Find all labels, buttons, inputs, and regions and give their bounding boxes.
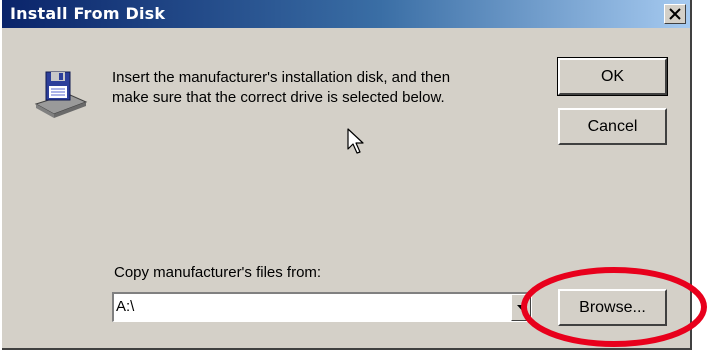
highlight-annotation-ellipse xyxy=(521,267,707,347)
close-icon xyxy=(669,8,681,20)
title-bar[interactable]: Install From Disk xyxy=(2,0,690,28)
instruction-line-1: Insert the manufacturer's installation d… xyxy=(112,69,451,86)
path-combobox[interactable]: A:\ xyxy=(112,292,532,322)
instruction-line-2: make sure that the correct drive is sele… xyxy=(112,89,445,106)
mouse-pointer-icon xyxy=(347,128,365,161)
copy-from-label: Copy manufacturer's files from: xyxy=(114,264,322,281)
path-value[interactable]: A:\ xyxy=(116,298,134,315)
close-button[interactable] xyxy=(664,4,686,24)
ok-button[interactable]: OK xyxy=(557,57,668,96)
cancel-button[interactable]: Cancel xyxy=(558,108,667,145)
instruction-text: Insert the manufacturer's installation d… xyxy=(112,68,532,108)
floppy-disk-icon xyxy=(32,70,88,123)
dialog-title: Install From Disk xyxy=(10,4,166,23)
